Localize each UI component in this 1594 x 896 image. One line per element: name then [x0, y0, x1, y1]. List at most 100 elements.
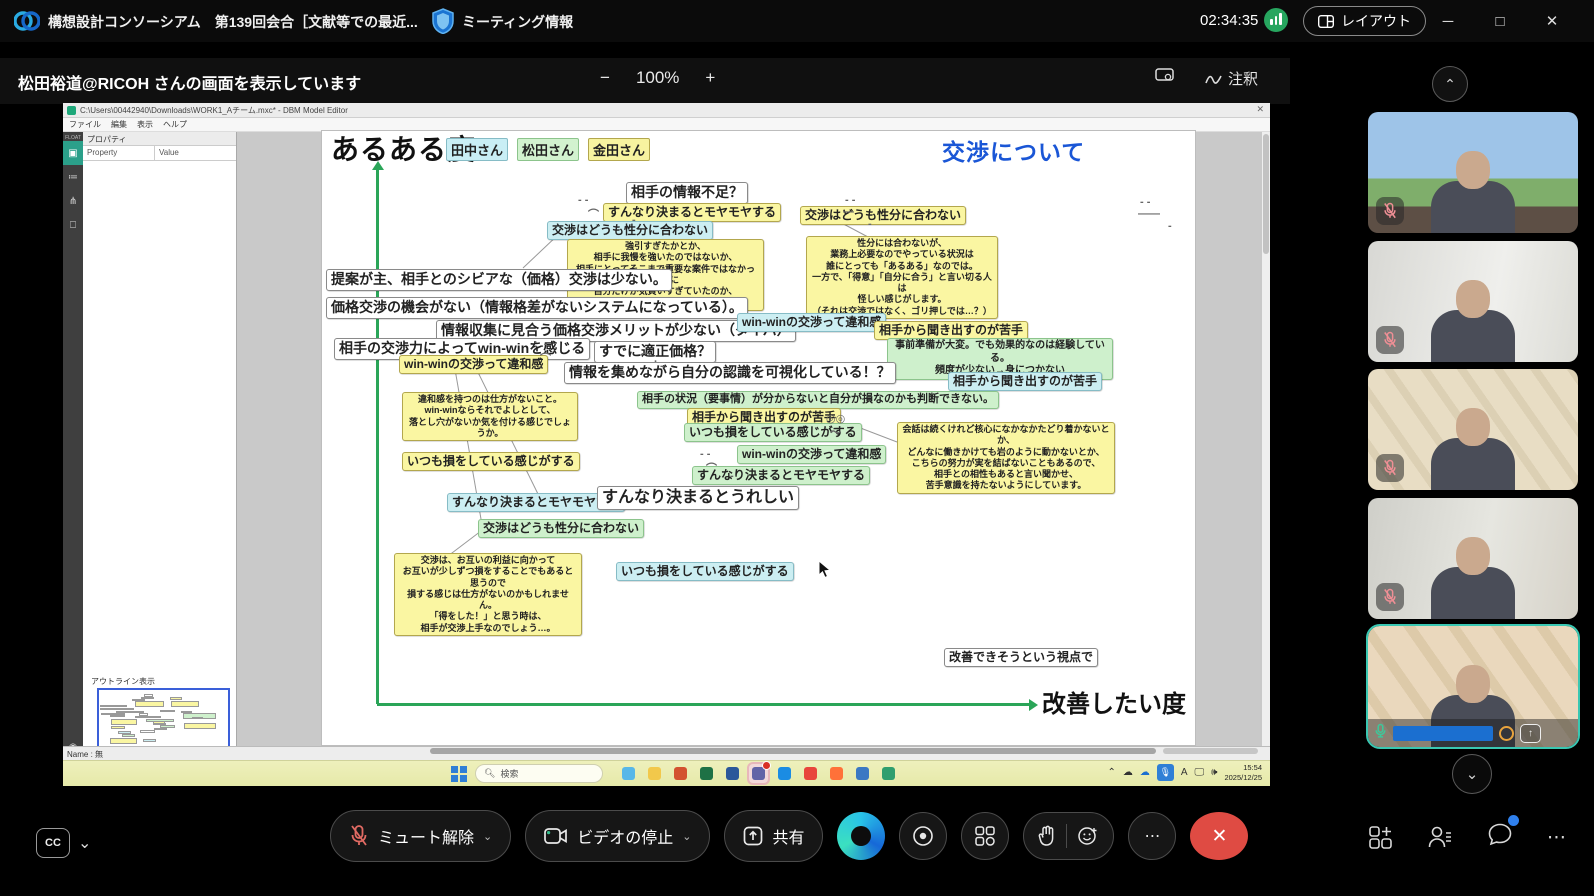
participant-name-redacted [1393, 726, 1493, 741]
view-options-icon[interactable] [1155, 68, 1174, 83]
more-options-button[interactable]: ⋯ [1128, 812, 1176, 860]
minimap-note [135, 716, 161, 719]
minimap-note [100, 705, 127, 708]
firefox-icon[interactable] [827, 764, 846, 783]
ime-mode[interactable]: A [1181, 767, 1188, 778]
graph-tool-icon[interactable]: ⋔ [63, 189, 83, 213]
volume-icon[interactable]: 🕪 [1211, 767, 1217, 778]
participant-silhouette [1431, 438, 1515, 490]
reactions-button[interactable] [1023, 812, 1114, 860]
zoom-in-button[interactable]: + [705, 68, 715, 88]
teams-icon[interactable] [749, 764, 768, 783]
menu-item[interactable]: ファイル [69, 119, 101, 130]
minimap-note [110, 738, 138, 744]
participant-silhouette [1431, 310, 1515, 362]
outline-minimap[interactable] [97, 688, 230, 754]
zoom-level: 100% [636, 68, 679, 88]
outlook-icon[interactable] [775, 764, 794, 783]
horizontal-scrollbar-2[interactable] [1163, 748, 1258, 754]
panels-layout-icon[interactable] [1368, 825, 1393, 850]
record-button[interactable] [899, 812, 947, 860]
windows-start-icon[interactable] [451, 766, 467, 782]
close-button[interactable]: ✕ [1529, 0, 1575, 42]
zoom-out-button[interactable]: − [600, 68, 610, 88]
participants-sidebar: ↑ [1290, 42, 1594, 812]
document-page [322, 131, 1195, 745]
sharing-indicator-icon[interactable]: ↑ [1520, 724, 1541, 743]
app-green-icon[interactable] [879, 764, 898, 783]
mute-chevron-icon[interactable]: ⌄ [483, 830, 492, 843]
annotate-button[interactable]: 注釈 [1205, 68, 1258, 89]
participants-icon[interactable] [1427, 825, 1453, 850]
taskbar-search[interactable]: 🔍︎ 検索 [475, 764, 603, 783]
stop-video-button[interactable]: ビデオの停止 ⌄ [525, 810, 710, 862]
apps-button[interactable] [961, 812, 1009, 860]
collapse-panel-up-button[interactable]: ⌃ [1432, 66, 1468, 102]
camera-icon [544, 827, 568, 845]
menu-item[interactable]: 表示 [137, 119, 153, 130]
minimap-note [170, 697, 183, 700]
minimap-note [122, 734, 135, 737]
share-button[interactable]: 共有 [724, 810, 823, 862]
layout-button[interactable]: レイアウト [1303, 6, 1426, 36]
powerpoint-icon[interactable] [671, 764, 690, 783]
participant-video[interactable] [1368, 498, 1578, 619]
weather-icon[interactable] [619, 764, 638, 783]
leave-meeting-button[interactable]: ✕ [1190, 812, 1248, 860]
bookmark-tool-icon[interactable]: ⎕ [63, 213, 83, 237]
elapsed-time: 02:34:35 [1200, 12, 1258, 29]
apps-grid-icon [974, 825, 996, 847]
minimap-note [111, 719, 137, 725]
tray-mic-icon[interactable]: 🎙︎ [1157, 764, 1174, 781]
control-bar: CC ⌄ ミュート解除 ⌄ ビデオの停止 ⌄ 共有 [0, 810, 1594, 880]
meeting-info-button[interactable]: ミーティング情報 [462, 12, 573, 32]
horizontal-scrollbar[interactable] [430, 748, 1156, 754]
chrome-icon[interactable] [801, 764, 820, 783]
properties-table-header: Property Value [83, 146, 236, 161]
minimap-note [140, 730, 156, 733]
muted-mic-icon [1376, 583, 1404, 611]
connection-quality-icon[interactable] [1264, 8, 1288, 32]
menu-item[interactable]: ヘルプ [163, 119, 187, 130]
unmute-button[interactable]: ミュート解除 ⌄ [330, 810, 511, 862]
properties-panel: プロパティ Property Value アウトライン表示 [83, 132, 237, 761]
chat-icon[interactable] [1487, 822, 1513, 847]
participant-video[interactable] [1368, 241, 1578, 362]
pen-icon [1205, 72, 1222, 86]
word-icon[interactable] [723, 764, 742, 783]
list-tool-icon[interactable]: ≔ [63, 165, 83, 189]
participant-video[interactable]: ↑ [1368, 626, 1578, 747]
menu-item[interactable]: 編集 [111, 119, 127, 130]
taskbar-clock[interactable]: 15:54 2025/12/25 [1224, 763, 1262, 783]
cloud-icon[interactable]: ☁ [1123, 767, 1133, 778]
share-screen-icon [743, 826, 763, 846]
participant-video[interactable] [1368, 369, 1578, 490]
presenter-banner: 松田裕道@RICOH さんの画面を表示しています [18, 70, 361, 94]
vertical-scrollbar[interactable] [1262, 132, 1270, 746]
pages-tool-icon[interactable]: ▣ [63, 141, 83, 165]
app-blue-icon[interactable] [853, 764, 872, 783]
tray-chevron-icon[interactable]: ⌃ [1107, 767, 1115, 778]
unmuted-mic-icon [1374, 723, 1387, 744]
closed-captions-button[interactable]: CC [36, 828, 70, 858]
minimize-button[interactable]: ─ [1425, 0, 1471, 42]
raise-hand-icon [1038, 825, 1056, 847]
explorer-icon[interactable] [645, 764, 664, 783]
excel-icon[interactable] [697, 764, 716, 783]
meeting-info-shield-icon [432, 8, 454, 34]
outline-label: アウトライン表示 [91, 676, 155, 687]
participant-silhouette [1431, 567, 1515, 619]
video-chevron-icon[interactable]: ⌄ [682, 830, 691, 843]
webex-window: 構想設計コンソーシアム 第139回会合［文献等での最近... ミーティング情報 … [0, 0, 1594, 896]
more-panels-button[interactable]: ⋯ [1547, 826, 1566, 849]
maximize-button[interactable]: □ [1477, 0, 1523, 42]
participant-video[interactable] [1368, 112, 1578, 233]
devices-icon[interactable]: 🖵 [1195, 767, 1205, 778]
cc-chevron-icon[interactable]: ⌄ [78, 833, 91, 853]
editor-close-icon[interactable]: ✕ [1256, 104, 1264, 115]
onedrive-icon[interactable]: ☁ [1140, 767, 1150, 778]
taskbar-tray: ⌃ ☁ ☁ 🎙︎ A 🖵 🕪 15:54 2025/12/25 [1107, 763, 1262, 783]
ai-assistant-button[interactable] [837, 812, 885, 860]
collapse-panel-down-button[interactable]: ⌄ [1452, 754, 1492, 794]
emoji-badge [1499, 726, 1514, 741]
